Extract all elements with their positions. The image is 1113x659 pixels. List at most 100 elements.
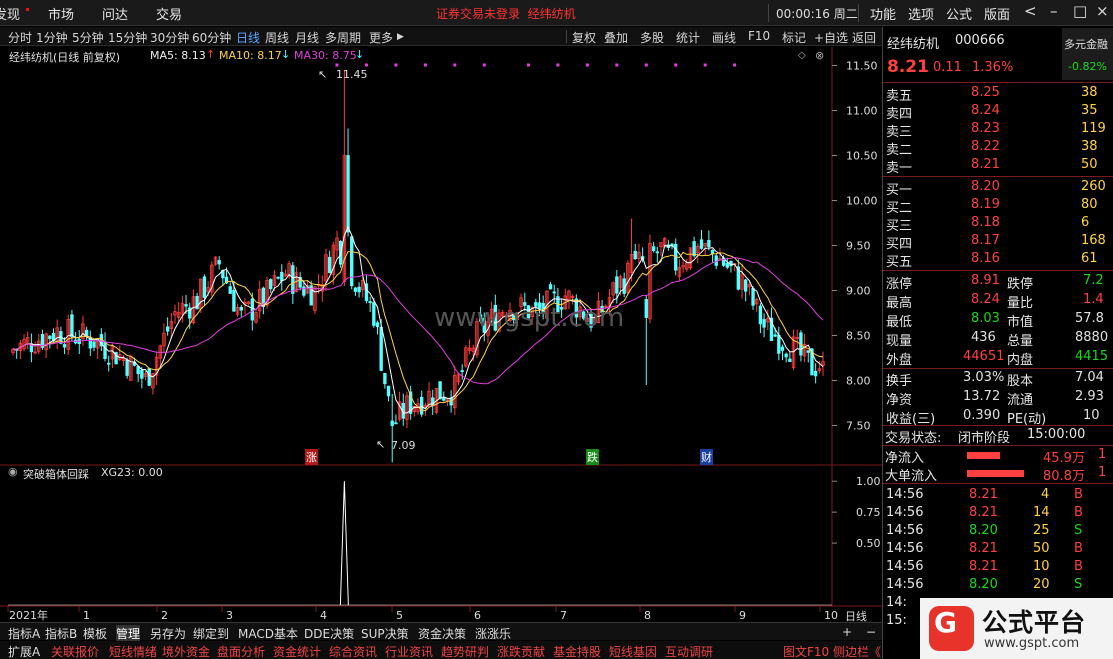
level-volume: 61 [1081,251,1098,266]
tab-manage[interactable]: 管理 [116,625,141,642]
chart-close-icon[interactable]: ⊗ [815,49,824,62]
more-arrow-icon[interactable]: ▶ [397,32,404,42]
indicator-settings-icon[interactable]: ◉ [8,465,18,478]
ask-row[interactable]: 卖一 8.21 50 [883,157,1113,176]
tab-daily[interactable]: 日线 [236,29,260,46]
ask-row[interactable]: 卖二 8.22 38 [883,139,1113,158]
link-related-quote[interactable]: 关联报价 [51,643,99,659]
tool-multi-stock[interactable]: 多股 [640,29,664,46]
tab-bind-to[interactable]: 绑定到 [193,625,229,642]
login-notice[interactable]: 证券交易未登录 经纬纺机 [436,5,576,22]
kline-chart-svg[interactable]: 11.5011.0010.5010.009.509.008.508.007.50… [0,47,882,622]
stat-row: 净资 13.72 流通 2.93 [883,389,1113,408]
tab-1min[interactable]: 1分钟 [36,29,68,46]
level-price: 8.18 [971,215,1000,230]
bid-row[interactable]: 买五 8.16 61 [883,251,1113,270]
tool-fuquan[interactable]: 复权 [572,29,596,46]
link-foreign-capital[interactable]: 境外资金 [162,643,210,659]
net-inflow-bar [967,452,1000,459]
link-extend-a[interactable]: 扩展A [8,643,40,659]
period-toolbar: 分时 1分钟 5分钟 15分钟 30分钟 60分钟 日线 周线 月线 多周期 更… [0,27,882,46]
link-interactive-research[interactable]: 互动调研 [665,643,713,659]
tab-intraday[interactable]: 分时 [8,29,32,46]
tool-statistics[interactable]: 统计 [676,29,700,46]
tab-sup[interactable]: SUP决策 [361,625,409,642]
tab-dde[interactable]: DDE决策 [304,625,354,642]
ask-row[interactable]: 卖四 8.24 35 [883,103,1113,122]
tab-30min[interactable]: 30分钟 [150,29,189,46]
event-zhang-badge[interactable]: 涨 [305,449,318,465]
candle-body [70,314,74,337]
tab-multi-period[interactable]: 多周期 [325,29,361,46]
candle-body [390,420,394,426]
tool-back[interactable]: 返回 [852,29,876,46]
remove-tab-button[interactable]: − [866,625,876,639]
tab-5min[interactable]: 5分钟 [72,29,104,46]
menu-formula[interactable]: 公式 [946,4,972,23]
close-icon[interactable]: × [1096,2,1109,20]
event-cai-badge[interactable]: 财 [700,449,713,465]
candle-body [438,381,442,400]
bid-row[interactable]: 买二 8.19 80 [883,197,1113,216]
tab-indicator-a[interactable]: 指标A [8,625,40,642]
menu-trade[interactable]: 交易 [156,4,182,23]
tool-add-watchlist[interactable]: +自选 [814,29,848,46]
net-inflow-tail: 1 [1098,447,1107,462]
tool-overlay[interactable]: 叠加 [604,29,628,46]
gspt-logo: G 公式平台 www.gspt.com [920,598,1113,659]
tab-fund-decision[interactable]: 资金决策 [418,625,466,642]
divider [883,176,1113,177]
stat-value: 1.4 [1083,292,1104,307]
tab-indicator-b[interactable]: 指标B [45,625,77,642]
candle-body [62,344,67,348]
bid-row[interactable]: 买三 8.18 6 [883,215,1113,234]
level-price: 8.17 [971,233,1000,248]
bid-row[interactable]: 买四 8.17 168 [883,233,1113,252]
link-fund-stats[interactable]: 资金统计 [273,643,321,659]
link-fund-holdings[interactable]: 基金持股 [553,643,601,659]
tick-price: 8.20 [969,523,998,538]
link-market-analysis[interactable]: 盘面分析 [217,643,265,659]
diamond-icon[interactable]: ◇ [798,50,806,61]
tick-row: 14:56 8.20 20 S [883,577,1113,595]
tab-more[interactable]: 更多 [369,29,393,46]
tick-row: 14:56 8.21 10 B [883,559,1113,577]
tab-macd[interactable]: MACD基本 [238,625,298,642]
tab-save-as[interactable]: 另存为 [150,625,186,642]
tab-weekly[interactable]: 周线 [265,29,289,46]
link-f10-sidebar[interactable]: 图文F10 侧边栏《 [783,643,881,659]
stat-row: 最高 8.24 量比 1.4 [883,292,1113,311]
tool-mark[interactable]: 标记 [782,29,806,46]
link-short-sentiment[interactable]: 短线情绪 [109,643,157,659]
candle-body [125,359,129,376]
add-tab-button[interactable]: + [842,625,852,639]
tool-draw-line[interactable]: 画线 [712,29,736,46]
event-die-badge[interactable]: 跌 [586,449,599,465]
link-rise-fall-contribution[interactable]: 涨跌贡献 [497,643,545,659]
ask-row[interactable]: 卖五 8.25 38 [883,85,1113,104]
tab-template[interactable]: 模板 [83,625,107,642]
link-industry-news[interactable]: 行业资讯 [385,643,433,659]
link-short-gene[interactable]: 短线基因 [609,643,657,659]
tab-60min[interactable]: 60分钟 [192,29,231,46]
tab-monthly[interactable]: 月线 [295,29,319,46]
bid-row[interactable]: 买一 8.20 260 [883,179,1113,198]
menu-options[interactable]: 选项 [908,4,934,23]
menu-wenda[interactable]: 问达 [102,4,128,23]
menu-discover[interactable]: 发现 [0,4,20,23]
tool-f10[interactable]: F10 [748,29,770,43]
back-icon[interactable]: < [1024,2,1037,20]
menu-function[interactable]: 功能 [870,4,896,23]
indicator-y-tick-label: 0.75 [856,506,881,519]
y-tick-label: 10.00 [846,195,878,208]
menu-market[interactable]: 市场 [48,4,74,23]
menu-layout[interactable]: 版面 [984,4,1010,23]
tab-zhangzhangle[interactable]: 涨涨乐 [475,625,511,642]
maximize-icon[interactable]: □ [1073,2,1087,20]
link-general-news[interactable]: 综合资讯 [329,643,377,659]
signal-dot [703,63,707,67]
minimize-icon[interactable]: – [1050,2,1058,20]
link-trend-research[interactable]: 趋势研判 [441,643,489,659]
tab-15min[interactable]: 15分钟 [108,29,147,46]
ask-row[interactable]: 卖三 8.23 119 [883,121,1113,140]
